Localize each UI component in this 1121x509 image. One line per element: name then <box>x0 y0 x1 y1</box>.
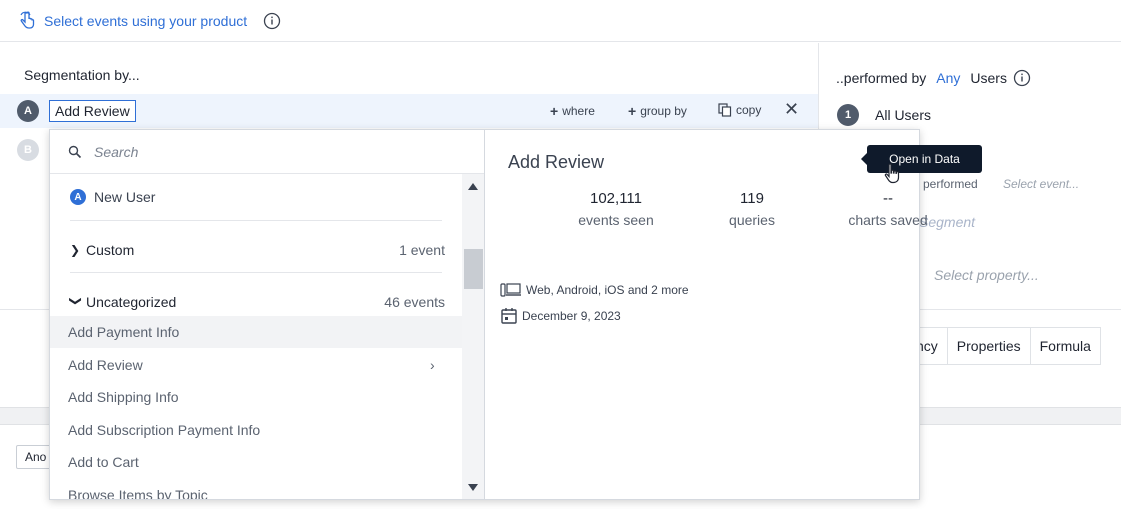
event-item[interactable]: Browse Items by Topic <box>50 479 462 499</box>
scroll-down-icon[interactable] <box>468 484 478 491</box>
segment-badge-b[interactable]: B <box>17 139 39 161</box>
stat-label: charts saved <box>848 212 928 228</box>
stat-label: queries <box>729 212 775 228</box>
date-row: December 9, 2023 <box>500 307 621 325</box>
users-label: Users <box>970 70 1007 86</box>
performed-ghost-label: o performed <box>913 177 978 191</box>
info-icon[interactable] <box>1013 69 1031 87</box>
devices-icon <box>500 283 521 297</box>
stat-label: events seen <box>578 212 654 228</box>
any-selector[interactable]: Any <box>936 70 960 86</box>
tab-properties[interactable]: Properties <box>948 328 1031 364</box>
stat-events-seen: 102,111 events seen <box>551 190 681 228</box>
metric-tabs: ncy Properties Formula <box>906 327 1101 365</box>
stat-value: 119 <box>740 190 764 207</box>
chevron-right-icon: › <box>430 357 435 373</box>
tab-formula[interactable]: Formula <box>1031 328 1101 364</box>
select-event-ghost[interactable]: Select event... <box>1003 177 1079 191</box>
group-label: Custom <box>86 242 135 258</box>
list-divider <box>70 272 442 273</box>
scroll-up-icon[interactable] <box>468 183 478 190</box>
scrollbar-thumb[interactable] <box>464 249 483 289</box>
group-custom[interactable]: ❯ Custom 1 event <box>70 242 445 258</box>
event-label: Add to Cart <box>68 454 139 470</box>
select-property-ghost[interactable]: Select property... <box>934 267 1039 283</box>
event-item[interactable]: Add Subscription Payment Info <box>50 414 462 446</box>
event-list-scrollbar[interactable] <box>462 174 484 499</box>
search-input[interactable]: Search <box>94 144 138 160</box>
chevron-down-icon: ❯ <box>69 296 83 307</box>
event-detail-pane: Add Review 102,111 events seen 119 queri… <box>486 130 928 499</box>
event-label: Add Subscription Payment Info <box>68 422 261 438</box>
event-list: A New User ❯ Custom 1 event ❯ Uncategori… <box>50 174 462 499</box>
user-segment-badge: 1 <box>837 104 859 126</box>
where-button[interactable]: + where <box>550 103 595 119</box>
where-label: where <box>562 104 595 118</box>
event-picker-popup: Search A New User ❯ Custom 1 event ❯ Unc… <box>49 129 928 500</box>
copy-button[interactable]: copy <box>718 103 761 117</box>
date-text: December 9, 2023 <box>522 309 621 323</box>
stat-value: 102,111 <box>590 190 642 207</box>
copy-label: copy <box>736 103 762 117</box>
event-label: Add Review <box>68 357 143 373</box>
event-selector[interactable]: Add Review <box>49 100 136 122</box>
calendar-icon <box>501 308 517 324</box>
event-list-pane: Search A New User ❯ Custom 1 event ❯ Unc… <box>50 130 485 499</box>
segmentation-title: Segmentation by... <box>24 67 140 83</box>
group-by-button[interactable]: + group by <box>628 103 687 119</box>
event-detail-title: Add Review <box>508 152 605 172</box>
group-count: 1 event <box>399 242 445 258</box>
group-count: 46 events <box>384 294 445 310</box>
hand-pointer-icon <box>20 10 35 29</box>
platforms-text: Web, Android, iOS and 2 more <box>526 283 689 297</box>
plus-icon: + <box>628 103 637 119</box>
select-events-link[interactable]: Select events using your product <box>44 13 247 29</box>
top-bar: Select events using your product <box>0 0 1121 42</box>
hand-cursor-icon <box>884 163 900 184</box>
event-item[interactable]: Add Shipping Info <box>50 381 462 413</box>
plus-icon: + <box>550 103 559 119</box>
event-label: Add Payment Info <box>68 324 180 340</box>
list-divider <box>70 220 442 221</box>
new-user-icon: A <box>70 189 86 205</box>
group-label: Uncategorized <box>86 294 177 310</box>
all-users-label[interactable]: All Users <box>875 107 931 123</box>
group-uncategorized[interactable]: ❯ Uncategorized 46 events <box>69 294 445 310</box>
info-icon[interactable] <box>263 12 281 30</box>
event-item[interactable]: Add Payment Info <box>50 316 462 348</box>
event-item[interactable]: Add to Cart <box>50 446 462 478</box>
new-user-item[interactable]: A New User <box>70 189 155 205</box>
performed-by-label: ..performed by <box>836 70 927 86</box>
event-label: Add Shipping Info <box>68 389 179 405</box>
search-bar[interactable]: Search <box>50 130 484 174</box>
stat-charts-saved: -- charts saved <box>823 190 953 228</box>
event-label: Browse Items by Topic <box>68 487 208 499</box>
copy-icon <box>718 103 732 117</box>
stat-queries: 119 queries <box>687 190 817 228</box>
group-by-label: group by <box>640 104 687 118</box>
segment-row-a[interactable]: A Add Review + where + group by copy ✕ <box>0 94 818 128</box>
stat-value: -- <box>883 190 893 207</box>
segment-badge-a: A <box>17 100 39 122</box>
event-item[interactable]: Add Review › <box>50 349 462 381</box>
chevron-right-icon: ❯ <box>70 243 81 257</box>
close-icon[interactable]: ✕ <box>784 99 799 120</box>
search-icon <box>68 145 82 158</box>
performed-by-header: ..performed by Any Users <box>836 69 1031 87</box>
new-user-label: New User <box>94 189 156 205</box>
platforms-row: Web, Android, iOS and 2 more <box>500 282 689 298</box>
